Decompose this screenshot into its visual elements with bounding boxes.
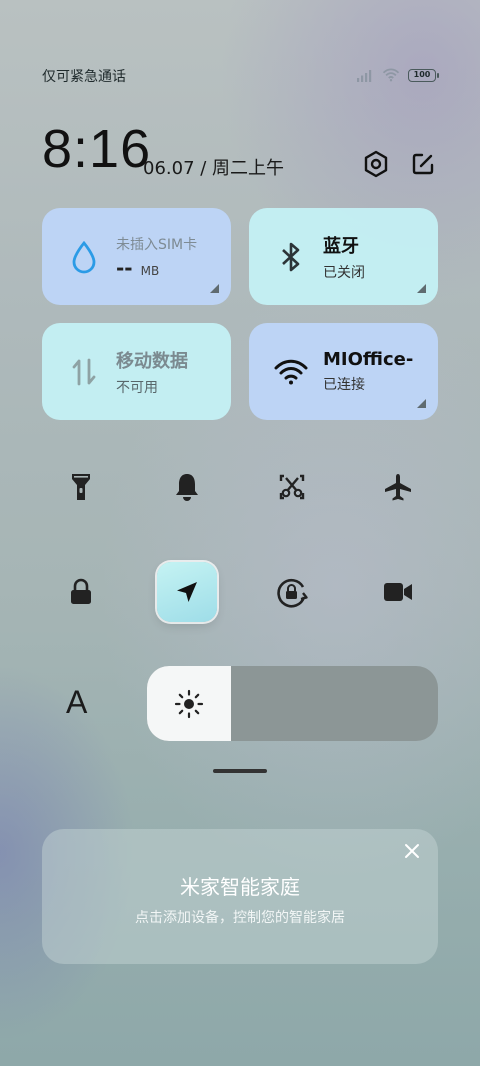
location-toggle[interactable] xyxy=(157,562,217,622)
edit-button[interactable] xyxy=(408,149,438,179)
expand-corner-icon xyxy=(417,399,426,408)
mijia-card[interactable]: 米家智能家庭 点击添加设备，控制您的智能家居 xyxy=(42,829,438,964)
mobile-data-status: 不可用 xyxy=(116,379,158,396)
silent-toggle[interactable] xyxy=(157,457,217,517)
font-size-button[interactable]: A xyxy=(66,684,87,721)
wifi-status-icon xyxy=(382,68,400,82)
lock-screen-toggle[interactable] xyxy=(51,562,111,622)
lock-icon xyxy=(71,578,91,604)
video-camera-icon xyxy=(384,583,412,601)
rotation-lock-toggle[interactable] xyxy=(262,562,322,622)
status-icons: 100 xyxy=(356,68,439,82)
data-arrows-icon xyxy=(66,356,102,388)
close-icon xyxy=(405,844,419,858)
tile-data-usage[interactable]: 未插入SIM卡 -- MB xyxy=(42,208,231,305)
wifi-status: 已连接 xyxy=(323,377,365,393)
mijia-title: 米家智能家庭 xyxy=(180,875,300,899)
signal-icon xyxy=(357,69,372,82)
close-button[interactable] xyxy=(402,841,422,861)
edit-icon xyxy=(412,153,434,175)
flashlight-toggle[interactable] xyxy=(51,457,111,517)
carrier-status: 仅可紧急通话 xyxy=(42,69,126,85)
screen-record-toggle[interactable] xyxy=(368,562,428,622)
settings-button[interactable] xyxy=(361,149,391,179)
brightness-slider[interactable] xyxy=(147,666,438,741)
tile-bluetooth[interactable]: 蓝牙 已关闭 xyxy=(249,208,438,305)
bluetooth-icon xyxy=(273,241,309,273)
mijia-subtitle: 点击添加设备，控制您的智能家居 xyxy=(135,910,345,926)
battery-icon: 100 xyxy=(408,68,439,82)
bluetooth-title: 蓝牙 xyxy=(323,235,359,257)
gear-icon xyxy=(364,150,388,178)
wifi-icon xyxy=(273,359,309,385)
droplet-icon xyxy=(66,240,102,274)
airplane-icon xyxy=(385,474,411,501)
wifi-title: MIOffice- xyxy=(323,349,414,370)
mobile-data-title: 移动数据 xyxy=(116,350,188,372)
airplane-toggle[interactable] xyxy=(368,457,428,517)
data-usage-value: -- MB xyxy=(116,255,160,280)
expand-corner-icon xyxy=(417,284,426,293)
screenshot-toggle[interactable] xyxy=(262,457,322,517)
flashlight-icon xyxy=(72,474,90,500)
bluetooth-status: 已关闭 xyxy=(323,264,365,281)
sun-icon xyxy=(175,689,204,718)
drag-handle[interactable] xyxy=(213,769,267,773)
sim-status-label: 未插入SIM卡 xyxy=(116,236,198,253)
clock-date[interactable]: 06.07 / 周二上午 xyxy=(143,154,284,180)
clock-time[interactable]: 8:16 xyxy=(42,118,151,180)
rotation-lock-icon xyxy=(277,578,308,608)
scissors-icon xyxy=(279,474,305,500)
expand-corner-icon xyxy=(210,284,219,293)
bell-icon xyxy=(176,474,198,501)
tile-wifi[interactable]: MIOffice- 已连接 xyxy=(249,323,438,420)
navigation-arrow-icon xyxy=(177,582,197,602)
tile-mobile-data[interactable]: 移动数据 不可用 xyxy=(42,323,231,420)
brightness-fill xyxy=(147,666,232,741)
